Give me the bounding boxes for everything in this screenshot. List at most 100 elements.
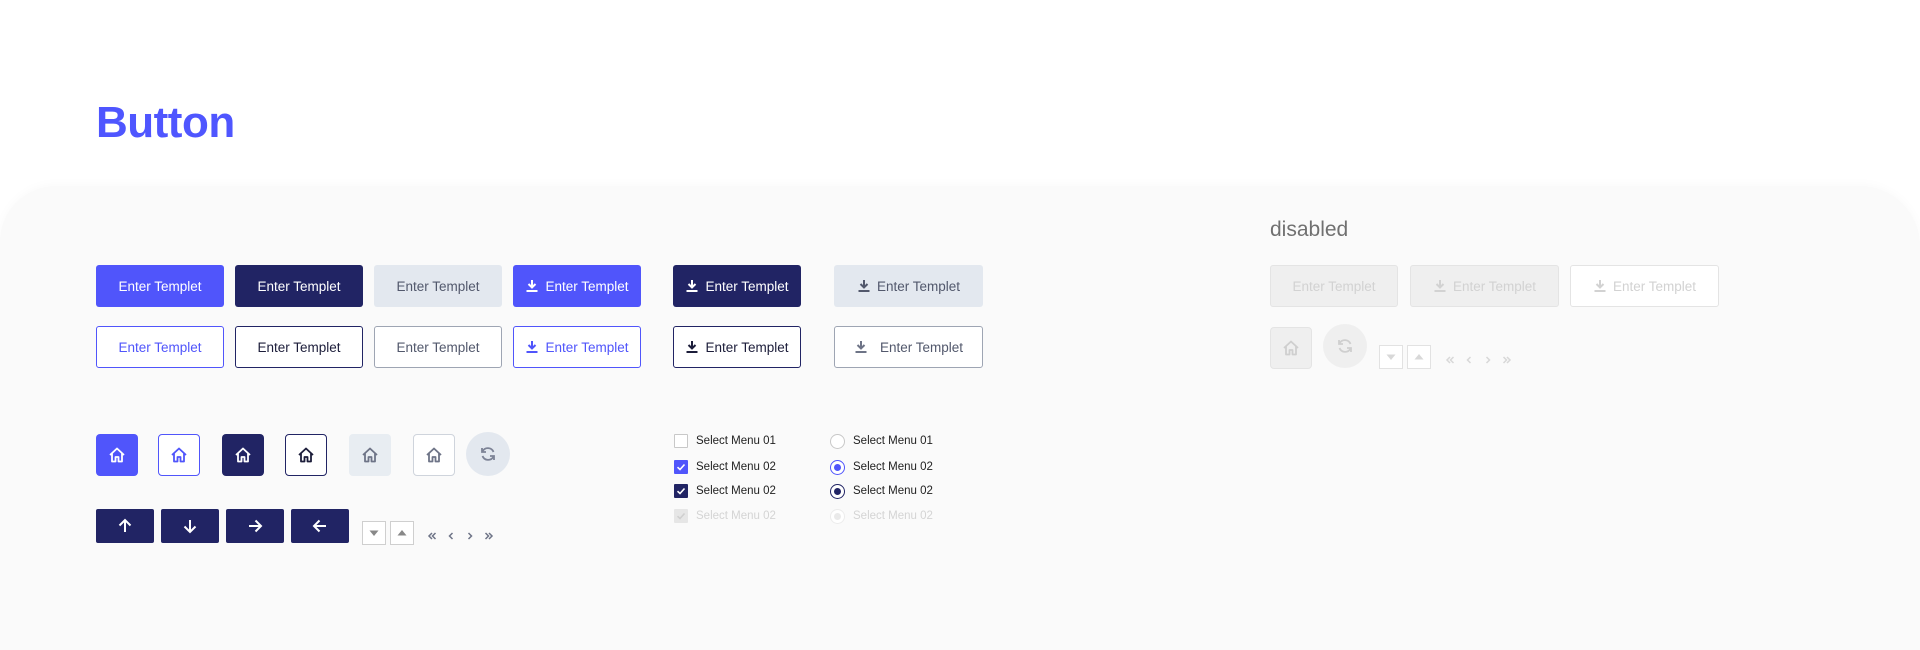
download-button-primary[interactable]: Enter Templet <box>513 265 641 307</box>
checkbox-option-disabled[interactable]: Select Menu 02 <box>674 508 776 524</box>
home-button-outline-primary[interactable] <box>158 434 200 476</box>
button-label: Enter Templet <box>257 278 341 294</box>
disabled-refresh-button[interactable] <box>1323 324 1367 368</box>
download-button-outline-light[interactable]: Enter Templet <box>834 326 983 368</box>
disabled-first-page-button[interactable] <box>1443 353 1457 367</box>
download-icon <box>1434 280 1446 292</box>
checkbox-option[interactable]: Select Menu 01 <box>674 433 776 449</box>
checkbox-checked-dark[interactable] <box>674 484 688 498</box>
check-icon <box>676 487 686 495</box>
disabled-triangle-down-button[interactable] <box>1379 345 1403 369</box>
radio-option[interactable]: Select Menu 02 <box>830 459 933 475</box>
download-icon <box>858 280 870 292</box>
checkbox-checked-primary[interactable] <box>674 460 688 474</box>
checkbox-label: Select Menu 02 <box>696 461 776 473</box>
disabled-next-page-button[interactable] <box>1481 353 1495 367</box>
home-button-light[interactable] <box>349 434 391 476</box>
enter-templet-button-outline-dark[interactable]: Enter Templet <box>235 326 363 368</box>
triangle-down-icon <box>1386 354 1396 360</box>
arrow-down-icon <box>183 520 197 534</box>
button-label: Enter Templet <box>1452 278 1537 294</box>
button-label: Enter Templet <box>705 278 789 294</box>
radio-dot <box>834 463 841 471</box>
button-label: Enter Templet <box>545 339 629 355</box>
arrow-down-button[interactable] <box>161 509 219 543</box>
enter-templet-button-outline-light[interactable]: Enter Templet <box>374 326 502 368</box>
home-icon <box>171 447 187 463</box>
home-icon <box>235 447 251 463</box>
arrow-up-button[interactable] <box>96 509 154 543</box>
checkbox-unchecked[interactable] <box>674 434 688 448</box>
checkbox-option[interactable]: Select Menu 02 <box>674 483 776 499</box>
home-icon <box>1283 340 1299 356</box>
arrow-right-button[interactable] <box>226 509 284 543</box>
button-label: Enter Templet <box>876 278 961 294</box>
radio-unchecked[interactable] <box>830 433 845 449</box>
radio-label: Select Menu 02 <box>853 461 933 473</box>
download-button-dark[interactable]: Enter Templet <box>673 265 801 307</box>
radio-checked-dark[interactable] <box>830 483 845 499</box>
arrow-left-button[interactable] <box>291 509 349 543</box>
disabled-last-page-button[interactable] <box>1500 353 1514 367</box>
prev-page-button[interactable] <box>444 529 458 543</box>
last-page-button[interactable] <box>482 529 496 543</box>
checkbox-option[interactable]: Select Menu 02 <box>674 459 776 475</box>
checkbox-label: Select Menu 02 <box>696 485 776 497</box>
disabled-section-label: disabled <box>1270 218 1349 241</box>
first-page-button[interactable] <box>425 529 439 543</box>
disabled-triangle-up-button[interactable] <box>1407 345 1431 369</box>
refresh-icon <box>481 447 495 461</box>
refresh-button[interactable] <box>466 432 510 476</box>
button-label: Enter Templet <box>118 339 202 355</box>
radio-option[interactable]: Select Menu 02 <box>830 483 933 499</box>
triangle-up-icon <box>397 530 407 536</box>
radio-option-disabled[interactable]: Select Menu 02 <box>830 508 933 524</box>
download-icon <box>526 280 538 292</box>
button-label: Enter Templet <box>1612 278 1697 294</box>
disabled-download-button[interactable]: Enter Templet <box>1410 265 1559 307</box>
disabled-home-button[interactable] <box>1270 327 1312 369</box>
home-button-dark[interactable] <box>222 434 264 476</box>
double-chevron-right-icon <box>484 532 494 540</box>
triangle-up-icon <box>1414 354 1424 360</box>
enter-templet-button-light[interactable]: Enter Templet <box>374 265 502 307</box>
disabled-download-button-outline[interactable]: Enter Templet <box>1570 265 1719 307</box>
chevron-right-icon <box>467 532 473 540</box>
double-chevron-left-icon <box>1445 356 1455 364</box>
disabled-button[interactable]: Enter Templet <box>1270 265 1398 307</box>
chevron-right-icon <box>1485 356 1491 364</box>
home-button-outline-dark[interactable] <box>285 434 327 476</box>
download-button-outline-primary[interactable]: Enter Templet <box>513 326 641 368</box>
button-label: Enter Templet <box>1292 278 1376 294</box>
arrow-left-icon <box>312 519 326 533</box>
button-label: Enter Templet <box>257 339 341 355</box>
radio-checked-primary[interactable] <box>830 459 845 475</box>
download-button-outline-dark[interactable]: Enter Templet <box>673 326 801 368</box>
disabled-prev-page-button[interactable] <box>1462 353 1476 367</box>
radio-disabled[interactable] <box>830 508 845 524</box>
home-button-outline-light[interactable] <box>413 434 455 476</box>
enter-templet-button-dark[interactable]: Enter Templet <box>235 265 363 307</box>
download-icon <box>686 341 698 353</box>
download-icon <box>686 280 698 292</box>
button-label: Enter Templet <box>396 339 480 355</box>
enter-templet-button-primary[interactable]: Enter Templet <box>96 265 224 307</box>
triangle-down-button[interactable] <box>362 521 386 545</box>
home-icon <box>426 447 442 463</box>
page: Button Enter Templet Enter Templet Enter… <box>0 0 1920 650</box>
double-chevron-left-icon <box>427 532 437 540</box>
home-button-primary[interactable] <box>96 434 138 476</box>
radio-label: Select Menu 01 <box>853 435 933 447</box>
arrow-up-icon <box>118 518 132 532</box>
triangle-up-button[interactable] <box>390 521 414 545</box>
radio-label: Select Menu 02 <box>853 510 933 522</box>
radio-option[interactable]: Select Menu 01 <box>830 433 933 449</box>
next-page-button[interactable] <box>463 529 477 543</box>
radio-dot <box>834 512 841 520</box>
enter-templet-button-outline-primary[interactable]: Enter Templet <box>96 326 224 368</box>
download-button-light[interactable]: Enter Templet <box>834 265 983 307</box>
chevron-left-icon <box>1466 356 1472 364</box>
triangle-down-icon <box>369 530 379 536</box>
checkbox-disabled[interactable] <box>674 509 688 523</box>
check-icon <box>676 512 686 520</box>
